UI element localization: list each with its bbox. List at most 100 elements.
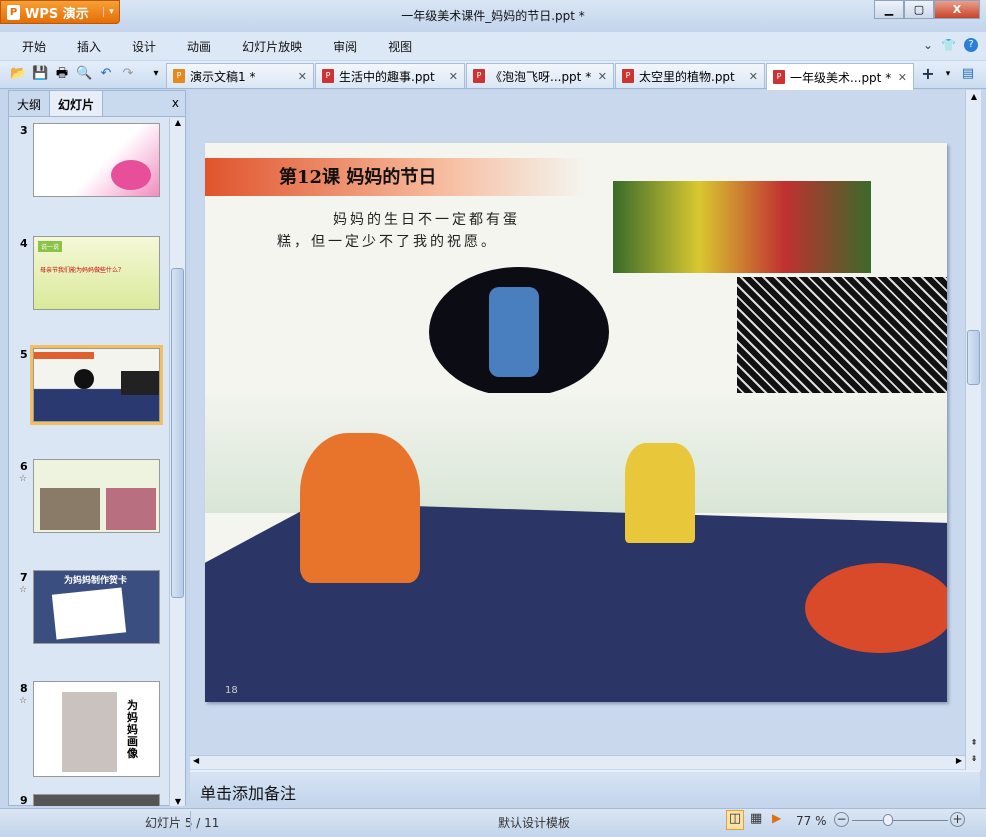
- tab-label: 生活中的趣事.ppt: [339, 69, 435, 84]
- collapse-ribbon-icon[interactable]: ⌄: [923, 38, 933, 52]
- tab-label: 太空里的植物.ppt: [639, 69, 735, 84]
- window-layout-icon[interactable]: ▤: [960, 66, 976, 82]
- tab-outline[interactable]: 大纲: [9, 91, 49, 116]
- open-icon[interactable]: 📂: [10, 66, 26, 82]
- slide-title: 第12课 妈妈的节日: [279, 167, 437, 188]
- doc-tab-active[interactable]: P 一年级美术...ppt * ✕: [766, 63, 914, 90]
- panel-close-icon[interactable]: x: [166, 91, 185, 116]
- slide-counter: 幻灯片 5 / 11: [145, 816, 220, 830]
- next-slide-icon[interactable]: ⇟: [966, 754, 982, 763]
- doc-tab[interactable]: P 太空里的植物.ppt ✕: [615, 63, 765, 88]
- close-button[interactable]: X: [934, 0, 980, 19]
- current-slide[interactable]: 第12课 妈妈的节日 妈妈的生日不一定都有蛋糕，但一定少不了我的祝愿。 18: [205, 143, 947, 702]
- tab-close-icon[interactable]: ✕: [449, 70, 458, 83]
- ppt-file-icon: P: [322, 69, 334, 83]
- menu-review[interactable]: 审阅: [333, 38, 357, 55]
- scroll-right-icon[interactable]: ▶: [956, 756, 962, 765]
- menu-home[interactable]: 开始: [22, 38, 46, 55]
- paper-figure-boy: [300, 433, 420, 583]
- menu-insert[interactable]: 插入: [77, 38, 101, 55]
- ppt-file-icon: P: [773, 70, 785, 84]
- paper-figure-girl: [625, 443, 695, 543]
- zoom-slider-thumb[interactable]: [882, 814, 893, 826]
- menu-design[interactable]: 设计: [132, 38, 156, 55]
- normal-view-icon[interactable]: ◫: [726, 810, 744, 830]
- scroll-thumb[interactable]: [171, 268, 184, 598]
- zoom-in-button[interactable]: +: [950, 812, 965, 827]
- drawing-image-1: [613, 181, 871, 273]
- canvas-scrollbar[interactable]: ▲ ⇞ ⇟: [965, 90, 981, 770]
- slide-number: 3: [20, 124, 28, 137]
- menu-animation[interactable]: 动画: [187, 38, 211, 55]
- tab-slides[interactable]: 幻灯片: [49, 91, 104, 116]
- thumbnail-list: 3 4 说一说 母亲节我们能为妈妈做些什么？ 5 6 ☆ 7 ☆ 为妈妈制作贺卡 8 ☆…: [9, 118, 169, 806]
- ppt-file-icon: P: [473, 69, 485, 83]
- notes-area[interactable]: 单击添加备注: [190, 770, 980, 806]
- animation-star-icon: ☆: [19, 696, 28, 706]
- save-icon[interactable]: 💾: [32, 66, 48, 82]
- undo-icon[interactable]: ↶: [98, 66, 114, 82]
- slideshow-icon[interactable]: ▶: [772, 811, 781, 825]
- tab-label: 一年级美术...ppt *: [790, 70, 892, 85]
- zoom-slider[interactable]: [852, 814, 948, 826]
- print-icon[interactable]: 🖶: [54, 66, 70, 82]
- thumb-question: 母亲节我们能为妈妈做些什么？: [40, 267, 125, 274]
- slide-number: 6: [20, 460, 28, 473]
- redo-icon[interactable]: ↷: [120, 66, 136, 82]
- template-name[interactable]: 默认设计模板: [498, 814, 570, 831]
- panel-scrollbar[interactable]: ▲ ▼: [169, 118, 185, 806]
- skin-icon[interactable]: 👕: [941, 38, 956, 52]
- maximize-button[interactable]: ▢: [904, 0, 934, 19]
- animation-star-icon: ☆: [19, 585, 28, 595]
- scroll-up-icon[interactable]: ▲: [966, 92, 982, 101]
- scroll-down-icon[interactable]: ▼: [170, 797, 186, 806]
- slide-thumbnail-6[interactable]: [33, 459, 160, 533]
- ppt-file-icon: P: [173, 69, 185, 83]
- thumb-title: 为妈妈制作贺卡: [64, 576, 128, 586]
- tab-list-icon[interactable]: ▾: [940, 66, 956, 82]
- notes-placeholder: 单击添加备注: [200, 784, 297, 803]
- slides-panel: 大纲 幻灯片 x 3 4 说一说 母亲节我们能为妈妈做些什么？ 5 6 ☆ 7 ☆ 为…: [8, 90, 186, 806]
- thumb-title: 为妈妈画像: [127, 699, 138, 760]
- slide-thumbnail-5-selected[interactable]: [30, 345, 163, 425]
- tab-close-icon[interactable]: ✕: [598, 70, 607, 83]
- print-preview-icon[interactable]: 🔍: [76, 66, 92, 82]
- zoom-out-button[interactable]: −: [834, 812, 849, 827]
- window-title: 一年级美术课件_妈妈的节日.ppt *: [401, 9, 585, 23]
- window-controls: ▁ ▢ X: [874, 0, 980, 19]
- new-tab-icon[interactable]: +: [920, 66, 936, 82]
- customize-icon[interactable]: ▾: [148, 66, 164, 82]
- minimize-button[interactable]: ▁: [874, 0, 904, 19]
- prev-slide-icon[interactable]: ⇞: [966, 738, 982, 747]
- slide-thumbnail-7[interactable]: 为妈妈制作贺卡: [33, 570, 160, 644]
- zoom-level: 77 %: [796, 814, 827, 828]
- menu-view[interactable]: 视图: [388, 38, 412, 55]
- slide-number: 5: [20, 348, 28, 361]
- horizontal-scrollbar[interactable]: ◀ ▶: [190, 755, 965, 769]
- thumb-label: 说一说: [38, 241, 63, 252]
- menu-slideshow[interactable]: 幻灯片放映: [242, 38, 302, 55]
- scroll-left-icon[interactable]: ◀: [193, 756, 199, 765]
- slide-thumbnail-3[interactable]: [33, 123, 160, 197]
- circle-drawing: [429, 267, 609, 397]
- slide-body-text: 妈妈的生日不一定都有蛋糕，但一定少不了我的祝愿。: [277, 212, 520, 250]
- tab-label: 演示文稿1 *: [190, 69, 256, 84]
- slide-number: 7: [20, 571, 28, 584]
- doc-tab[interactable]: P 演示文稿1 * ✕: [166, 63, 314, 88]
- slide-thumbnail-8[interactable]: 为妈妈画像: [33, 681, 160, 777]
- doc-tab[interactable]: P 生活中的趣事.ppt ✕: [315, 63, 465, 88]
- tab-close-icon[interactable]: ✕: [298, 70, 307, 83]
- ppt-file-icon: P: [622, 69, 634, 83]
- slide-thumbnail-4[interactable]: 说一说母亲节我们能为妈妈做些什么？: [33, 236, 160, 310]
- scroll-thumb[interactable]: [967, 330, 980, 385]
- doc-tab[interactable]: P 《泡泡飞呀...ppt * ✕: [466, 63, 614, 88]
- menu-right-tools: ⌄ 👕 ?: [923, 38, 978, 52]
- tab-close-icon[interactable]: ✕: [749, 70, 758, 83]
- help-icon[interactable]: ?: [964, 38, 978, 52]
- page-number: 18: [225, 685, 238, 696]
- slide-thumbnail-9[interactable]: [33, 794, 160, 806]
- slide-number: 8: [20, 682, 28, 695]
- slide-sorter-icon[interactable]: ▦: [750, 811, 762, 826]
- tab-close-icon[interactable]: ✕: [898, 71, 907, 84]
- scroll-up-icon[interactable]: ▲: [170, 118, 186, 127]
